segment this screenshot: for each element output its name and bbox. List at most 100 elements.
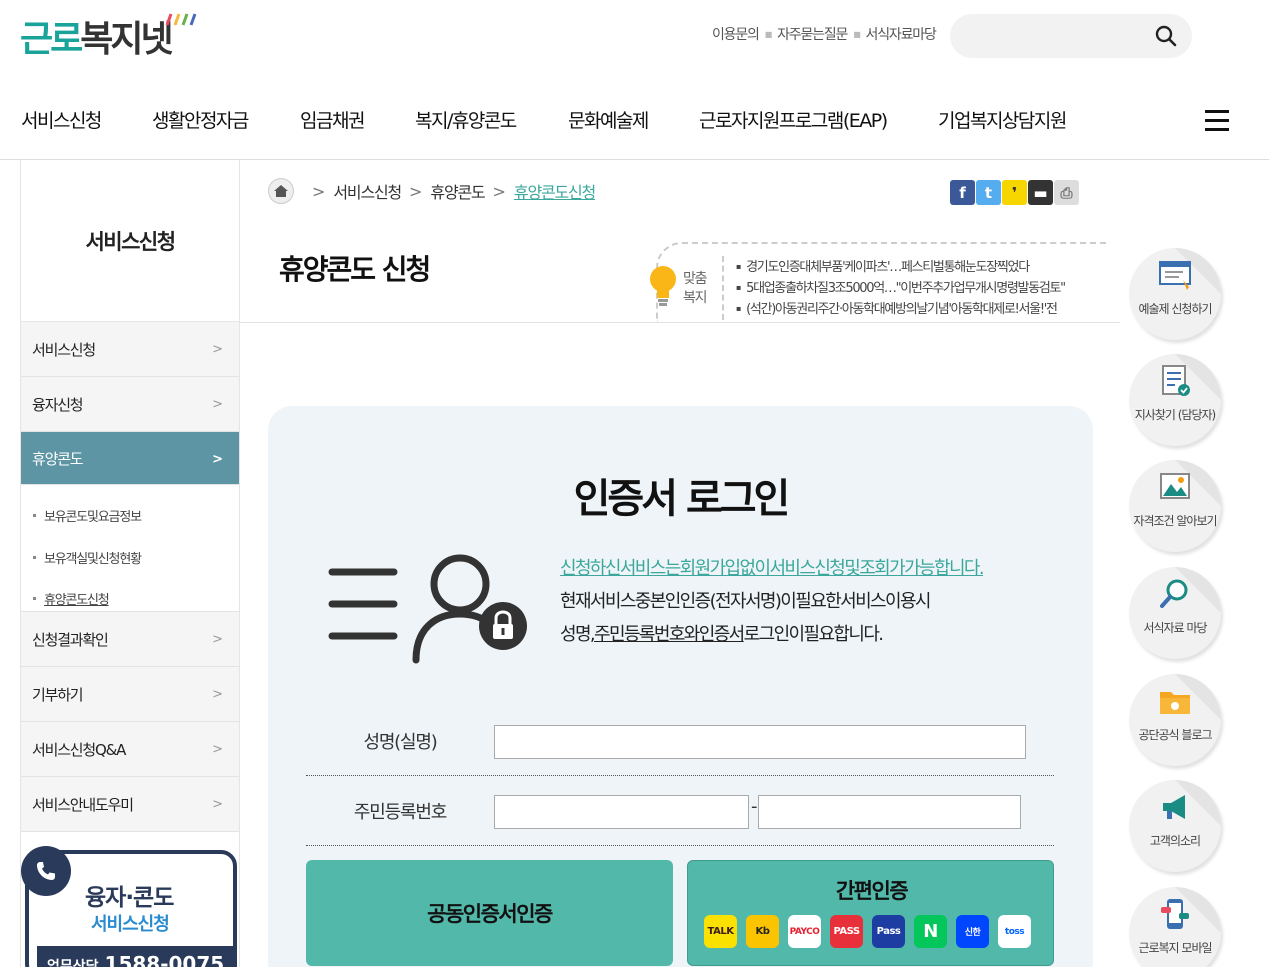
sidebar-item-service-apply[interactable]: 서비스신청 > [21, 322, 239, 377]
simple-auth-button[interactable]: 간편인증 TALK Kb PAYCO PASS Pass N 신한 toss [687, 860, 1054, 966]
news-item[interactable]: 경기도인증대체부품'케이파츠'…페스티벌통해눈도장찍었다 [736, 256, 1086, 277]
logo-text-part1: 근로 [20, 19, 83, 60]
sidebar: 서비스신청 서비스신청 > 융자신청 > 휴양콘도 > 보유콘도및요금정보 보유… [20, 160, 240, 967]
quick-menu-label: 지사찾기 (담당자) [1134, 408, 1216, 422]
twitter-icon[interactable]: t [976, 180, 1001, 205]
gnb-wage-claim[interactable]: 임금채권 [300, 106, 365, 133]
quick-menu-forms[interactable]: 서식자료 마당 [1129, 567, 1221, 659]
utility-links: 이용문의 ■ 자주묻는질문 ■ 서식자료마당 [712, 24, 937, 44]
document-edit-icon [1159, 261, 1191, 290]
kb-bank-icon[interactable]: Kb [746, 915, 779, 948]
chevron-right-icon: > [212, 797, 223, 812]
breadcrumb-item[interactable]: 휴양콘도 [430, 179, 485, 203]
desc-underline: 주민등록번호와인증서 [594, 624, 745, 645]
share-buttons: f t ❜ ▬ ⎙ [950, 180, 1079, 205]
search-bar[interactable] [950, 14, 1192, 58]
gnb-corporate-welfare[interactable]: 기업복지상담지원 [938, 106, 1067, 133]
sidebar-submenu: 보유콘도및요금정보 보유객실및신청현황 휴양콘도신청 [21, 485, 239, 612]
logo-text-part2: 복지넷 [80, 19, 173, 60]
gnb-eap[interactable]: 근로자지원프로그램(EAP) [699, 106, 888, 133]
news-item[interactable]: 5대업종출하차질3조5000억…"이번주추가업무개시명령발동검토" [736, 277, 1086, 298]
quick-menu-label: 예술제 신청하기 [1138, 302, 1212, 316]
sidebar-subitem-room-status[interactable]: 보유객실및신청현황 [33, 537, 239, 579]
sidebar-item-result-check[interactable]: 신청결과확인 > [21, 612, 239, 667]
payco-icon[interactable]: PAYCO [788, 915, 821, 948]
news-item[interactable]: (석간)아동권리주간·아동학대예방의날기념'아동학대제로!서울!'전 [736, 298, 1086, 319]
sidebar-item-condo[interactable]: 휴양콘도 > [21, 432, 239, 485]
name-input[interactable] [494, 725, 1026, 759]
bullet-icon [33, 514, 36, 518]
joint-certificate-button[interactable]: 공동인증서인증 [306, 860, 673, 966]
bullet-icon [33, 555, 36, 559]
breadcrumb-separator: > [409, 181, 423, 201]
rrn-front-input[interactable] [494, 795, 749, 829]
user-lock-icon [328, 554, 527, 664]
desc-line: 성명,주민등록번호와인증서로그인이필요합니다. [560, 618, 983, 651]
kakaostory-icon[interactable]: ❜ [1002, 180, 1027, 205]
sidebar-item-label: 휴양콘도 [32, 449, 84, 468]
quick-menu-label: 공단공식 블로그 [1138, 728, 1212, 742]
util-link-faq[interactable]: 자주묻는질문 [777, 24, 848, 44]
magnifier-icon [1160, 579, 1188, 608]
sidebar-item-label: 서비스신청Q&A [32, 740, 126, 759]
naver-icon[interactable]: N [914, 915, 947, 948]
phone-icon [21, 846, 71, 896]
rrn-dash: - [751, 796, 758, 817]
toss-icon[interactable]: toss [998, 915, 1031, 948]
sidebar-item-donate[interactable]: 기부하기 > [21, 667, 239, 722]
sidebar-item-label: 신청결과확인 [32, 630, 109, 649]
kakao-talk-icon[interactable]: TALK [704, 915, 737, 948]
hamburger-menu-icon[interactable] [1205, 110, 1229, 132]
facebook-icon[interactable]: f [950, 180, 975, 205]
breadcrumb-item[interactable]: 서비스신청 [333, 179, 402, 203]
util-separator: ■ [764, 29, 773, 39]
quick-menu-label: 자격조건 알아보기 [1133, 514, 1217, 528]
quick-menu-customer-voice[interactable]: 고객의소리 [1129, 780, 1221, 872]
chevron-right-icon: > [212, 742, 223, 757]
rrn-row: 주민등록번호 - [306, 776, 1054, 846]
loan-condo-banner[interactable]: 융자·콘도 서비스신청 업무상담 1588-0075 [21, 846, 237, 967]
mobile-phone-icon [1161, 899, 1189, 929]
sidebar-item-label: 기부하기 [32, 685, 84, 704]
print-icon[interactable]: ⎙ [1054, 180, 1079, 205]
pass-icon[interactable]: PASS [830, 915, 863, 948]
quick-menu-label: 근로복지 모바일 [1138, 941, 1212, 955]
quick-menu-blog[interactable]: 공단공식 블로그 [1129, 674, 1221, 766]
rrn-back-input[interactable] [758, 795, 1021, 829]
name-label: 성명(실명) [363, 732, 437, 753]
checklist-icon [1162, 365, 1190, 396]
sidebar-item-label: 융자신청 [32, 395, 84, 414]
quick-menu-mobile[interactable]: 근로복지 모바일 [1129, 887, 1221, 967]
gnb-welfare-condo[interactable]: 복지/휴양콘도 [415, 106, 517, 133]
breadcrumb-current[interactable]: 휴양콘도신청 [514, 179, 596, 203]
sidebar-item-loan-apply[interactable]: 융자신청 > [21, 377, 239, 432]
search-icon[interactable] [1154, 24, 1178, 48]
sidebar-item-qna[interactable]: 서비스신청Q&A > [21, 722, 239, 777]
news-divider [722, 256, 724, 320]
home-icon[interactable] [268, 178, 294, 204]
subitem-label: 휴양콘도신청 [44, 593, 110, 609]
gnb-service-apply[interactable]: 서비스신청 [21, 106, 102, 133]
band-icon[interactable]: ▬ [1028, 180, 1053, 205]
subitem-label: 보유콘도및요금정보 [44, 510, 142, 526]
lightbulb-icon [650, 266, 676, 306]
quick-menu-art-festival[interactable]: 예술제 신청하기 [1129, 248, 1221, 340]
site-logo[interactable]: 근로 복지넷 [20, 12, 197, 62]
desc-line: 현재서비스중본인인증(전자서명)이필요한서비스이용시 [560, 591, 931, 612]
logo-spark-icon [165, 13, 197, 26]
util-separator: ■ [853, 29, 861, 39]
gnb-living-fund[interactable]: 생활안정자금 [152, 106, 249, 133]
sidebar-item-guide[interactable]: 서비스안내도우미 > [21, 777, 239, 832]
banner-subtitle: 서비스신청 [91, 914, 170, 935]
gnb-art-festival[interactable]: 문화예술제 [568, 106, 649, 133]
quick-menu-eligibility[interactable]: 자격조건 알아보기 [1129, 460, 1221, 552]
sidebar-subitem-condo-info[interactable]: 보유콘도및요금정보 [33, 495, 239, 537]
util-link-inquiry[interactable]: 이용문의 [712, 24, 760, 44]
quick-menu-branch-finder[interactable]: 지사찾기 (담당자) [1129, 354, 1221, 446]
shinhan-bank-icon[interactable]: 신한 [956, 915, 989, 948]
samsung-pass-icon[interactable]: Pass [872, 915, 905, 948]
picture-icon [1160, 473, 1190, 499]
util-link-forms[interactable]: 서식자료마당 [866, 24, 937, 44]
sidebar-title: 서비스신청 [21, 160, 239, 322]
banner-phone-label: 업무상담 [47, 959, 99, 967]
